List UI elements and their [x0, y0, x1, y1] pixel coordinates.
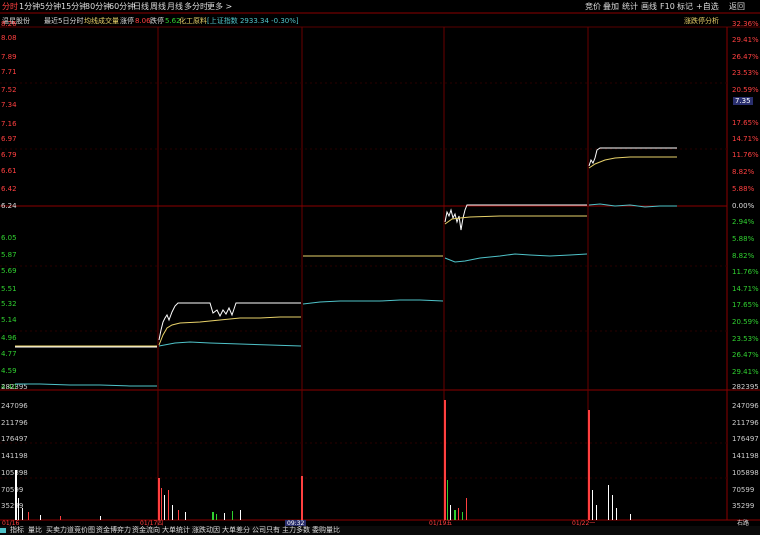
- index-line: [588, 203, 677, 208]
- volume-bars: [15, 400, 631, 520]
- avg-price-line: [158, 316, 301, 346]
- bottom-tab[interactable]: 指标: [10, 526, 24, 535]
- bottom-tab[interactable]: 买卖力道: [46, 526, 74, 535]
- index-line: [444, 253, 588, 263]
- bottom-tab[interactable]: 涨跌动因: [192, 526, 220, 535]
- bottom-tab[interactable]: 大单差分: [222, 526, 250, 535]
- bottom-tab[interactable]: 竞价图: [74, 526, 95, 535]
- avg-price-line: [444, 215, 587, 225]
- avg-price-line: [588, 156, 677, 169]
- bottom-tab[interactable]: 资金博弈力: [96, 526, 131, 535]
- indicator-tab-bar: 指标 量比 买卖力道 竞价图 资金博弈力 资金流向 大单统计 涨跌动因 大单差分…: [0, 526, 760, 535]
- bottom-tab[interactable]: 委购量比: [312, 526, 340, 535]
- bottom-tab[interactable]: 大单统计: [162, 526, 190, 535]
- intraday-chart[interactable]: [0, 0, 760, 535]
- bottom-tab[interactable]: 主力多数: [282, 526, 310, 535]
- bottom-tab[interactable]: 量比: [28, 526, 42, 535]
- index-line: [158, 341, 302, 347]
- bottom-tab[interactable]: 公司只有: [252, 526, 280, 535]
- index-line: [15, 383, 157, 387]
- indicator-tab-marker-icon: [0, 528, 6, 533]
- bottom-tab[interactable]: 资金流向: [132, 526, 160, 535]
- price-line: [158, 302, 301, 341]
- index-line: [302, 299, 444, 305]
